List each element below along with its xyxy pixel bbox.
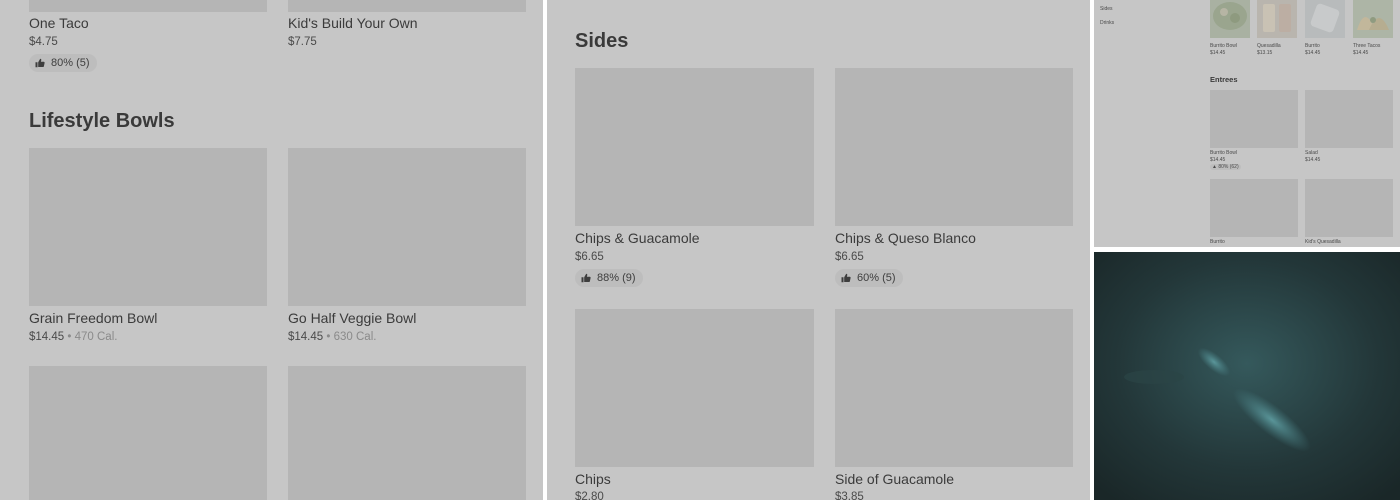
item-calories: 630 Cal. [333, 331, 377, 343]
thumbs-up-icon [841, 273, 851, 283]
item-price: $13.15 [1257, 50, 1273, 56]
item-price: $4.75 [29, 36, 58, 48]
item-price: $2.80 [575, 491, 604, 500]
sidebar-item-drinks[interactable]: Drinks [1100, 20, 1114, 26]
item-name[interactable]: One Taco [29, 15, 89, 31]
thumbs-up-icon: ▲ [1212, 164, 1217, 170]
item-name[interactable]: Kid's Build Your Own [288, 15, 418, 31]
item-name[interactable]: Chips [575, 471, 611, 487]
item-price: $14.45 [288, 331, 324, 343]
menu-overview-panel: Sides Drinks Burrito Bowl $14.45 Quesadi… [1094, 0, 1400, 247]
item-name[interactable]: Burrito [1305, 43, 1320, 49]
one-taco-image[interactable] [29, 0, 267, 12]
item-price: $6.65 [575, 251, 604, 263]
rating-badge: ▲ 80% (62) [1210, 164, 1241, 170]
item-price-line: $14.45 • 470 Cal. [29, 331, 117, 343]
item-price: $14.45 [1210, 157, 1226, 163]
item-name[interactable]: Burrito Bowl [1210, 150, 1237, 156]
quesadilla-image[interactable] [1257, 0, 1297, 38]
go-half-veggie-bowl-image[interactable] [288, 148, 526, 306]
item-name[interactable]: Burrito Bowl [1210, 43, 1237, 49]
rating-badge: 88% (9) [575, 269, 643, 287]
chips-image[interactable] [575, 309, 814, 467]
chips-queso-blanco-image[interactable] [835, 68, 1073, 226]
chips-guacamole-image[interactable] [575, 68, 814, 226]
rating-text: 60% (5) [857, 272, 896, 284]
section-title: Sides [575, 30, 629, 52]
rating-text: 88% (9) [597, 272, 636, 284]
rating-badge: 60% (5) [835, 269, 903, 287]
burrito-image[interactable] [1305, 0, 1345, 38]
burrito-bowl-image[interactable] [1210, 0, 1250, 38]
burrito-image[interactable] [1210, 179, 1298, 237]
item-price: $6.65 [835, 251, 864, 263]
burrito-bowl-image[interactable] [1210, 90, 1298, 148]
item-price: $14.45 [1305, 50, 1321, 56]
item-name[interactable]: Chips & Queso Blanco [835, 230, 976, 246]
menu-item-image[interactable] [29, 366, 267, 500]
item-name[interactable]: Salad [1305, 150, 1318, 156]
item-name[interactable]: Chips & Guacamole [575, 230, 700, 246]
item-price: $14.45 [29, 331, 65, 343]
side-of-guacamole-image[interactable] [835, 309, 1073, 467]
dark-photo-panel [1094, 252, 1400, 500]
item-price: $14.45 [1210, 50, 1226, 56]
item-name[interactable]: Go Half Veggie Bowl [288, 310, 416, 326]
salad-image[interactable] [1305, 90, 1393, 148]
menu-panel-lifestyle-bowls: One Taco $4.75 80% (5) Kid's Build Your … [0, 0, 543, 500]
kids-build-your-own-image[interactable] [288, 0, 526, 12]
thumbs-up-icon [35, 58, 45, 68]
item-name[interactable]: Three Tacos [1353, 43, 1380, 49]
item-price: $7.75 [288, 36, 317, 48]
item-price: $14.45 [1353, 50, 1369, 56]
kids-quesadilla-image[interactable] [1305, 179, 1393, 237]
menu-item-image[interactable] [288, 366, 526, 500]
rating-badge: 80% (5) [29, 54, 97, 72]
underwater-light-image [1094, 252, 1400, 500]
three-tacos-image[interactable] [1353, 0, 1393, 38]
rating-text: 80% (5) [51, 57, 90, 69]
item-name[interactable]: Side of Guacamole [835, 471, 954, 487]
item-name[interactable]: Quesadilla [1257, 43, 1281, 49]
section-title: Entrees [1210, 75, 1238, 84]
item-price-line: $14.45 • 630 Cal. [288, 331, 376, 343]
item-calories: 470 Cal. [74, 331, 118, 343]
rating-text: 80% (62) [1218, 164, 1239, 170]
thumbs-up-icon [581, 273, 591, 283]
item-name[interactable]: Grain Freedom Bowl [29, 310, 157, 326]
item-name[interactable]: Burrito [1210, 239, 1225, 245]
sidebar-item-sides[interactable]: Sides [1100, 6, 1113, 12]
separator: • [67, 331, 72, 343]
item-price: $3.85 [835, 491, 864, 500]
item-price: $14.45 [1305, 157, 1321, 163]
menu-panel-sides: Sides Chips & Guacamole $6.65 88% (9) Ch… [547, 0, 1090, 500]
grain-freedom-bowl-image[interactable] [29, 148, 267, 306]
section-title: Lifestyle Bowls [29, 110, 175, 132]
item-name[interactable]: Kid's Quesadilla [1305, 239, 1341, 245]
separator: • [326, 331, 331, 343]
